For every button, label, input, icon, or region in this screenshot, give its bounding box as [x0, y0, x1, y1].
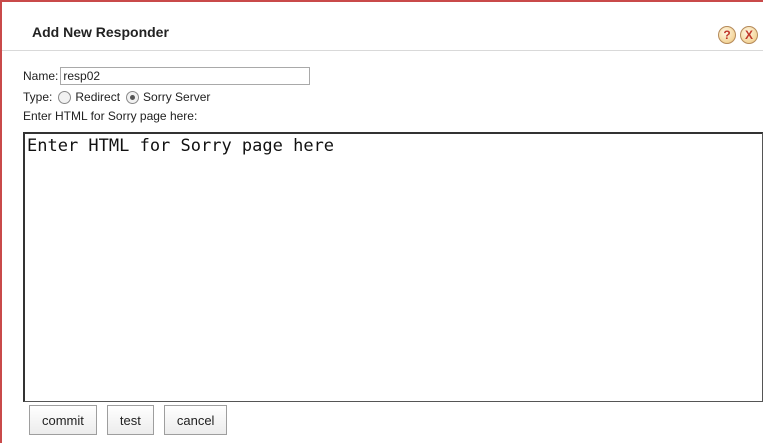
help-icon[interactable]: ? [718, 26, 736, 44]
name-label: Name: [23, 69, 59, 83]
test-button[interactable]: test [106, 405, 154, 435]
add-responder-dialog: Add New Responder ? X Name: Type: Redire… [0, 0, 763, 443]
sorry-server-radio-label[interactable]: Sorry Server [143, 90, 210, 104]
commit-button[interactable]: commit [29, 405, 97, 435]
type-row: Type: Redirect Sorry Server [23, 88, 210, 106]
sorry-server-radio[interactable] [126, 90, 140, 104]
name-input[interactable] [60, 67, 311, 85]
name-row: Name: [23, 66, 311, 86]
html-field-label: Enter HTML for Sorry page here: [23, 109, 198, 123]
redirect-radio[interactable] [58, 90, 72, 104]
dialog-titlebar: Add New Responder ? X [2, 2, 763, 51]
dialog-buttons: commit test cancel [29, 405, 228, 435]
sorry-html-textarea[interactable]: Enter HTML for Sorry page here [23, 132, 763, 402]
type-label: Type: [23, 90, 53, 104]
cancel-button[interactable]: cancel [163, 405, 228, 435]
dialog-title: Add New Responder [32, 24, 169, 40]
close-icon[interactable]: X [740, 26, 758, 44]
redirect-radio-label[interactable]: Redirect [75, 90, 120, 104]
